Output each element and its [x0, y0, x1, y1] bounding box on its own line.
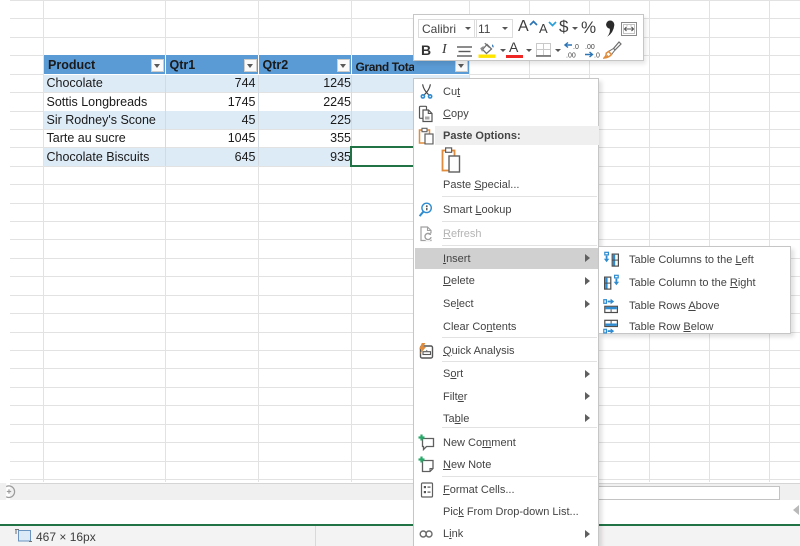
svg-text:.0: .0 — [573, 44, 579, 51]
svg-text:.0: .0 — [594, 53, 600, 60]
svg-text:.00: .00 — [566, 53, 576, 60]
svg-text:.00: .00 — [585, 44, 595, 51]
